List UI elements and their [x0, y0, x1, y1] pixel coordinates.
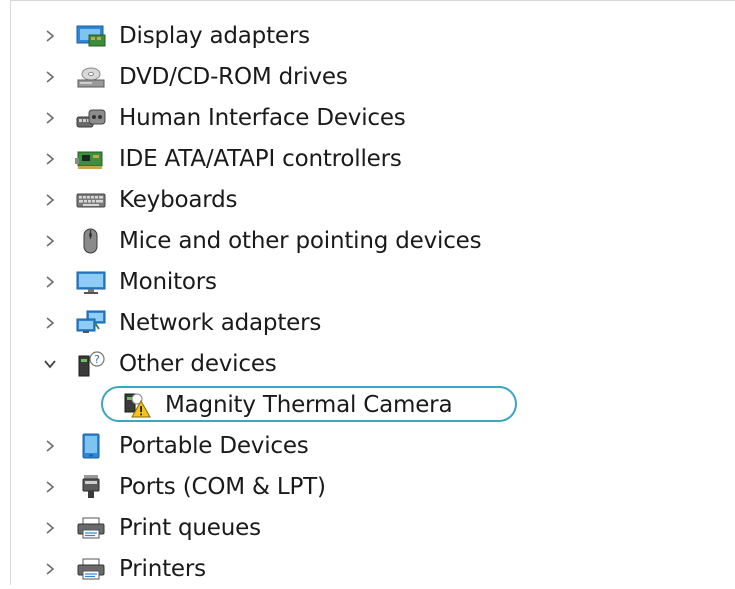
- tree-item-label: Other devices: [119, 350, 277, 377]
- tree-item-ports[interactable]: Ports (COM & LPT): [11, 466, 731, 507]
- ide-controller-icon: [75, 145, 107, 173]
- chevron-right-icon[interactable]: [39, 107, 61, 129]
- warning-device-icon: [121, 391, 153, 419]
- chevron-right-icon[interactable]: [39, 476, 61, 498]
- portable-device-icon: [75, 432, 107, 460]
- monitor-icon: [75, 268, 107, 296]
- keyboard-icon: [75, 186, 107, 214]
- tree-item-label: Printers: [119, 555, 206, 582]
- tree-item-human-interface-devices[interactable]: Human Interface Devices: [11, 97, 731, 138]
- chevron-right-icon[interactable]: [39, 230, 61, 252]
- tree-item-label: Keyboards: [119, 186, 238, 213]
- tree-item-other-devices[interactable]: ? Other devices: [11, 343, 731, 384]
- dvd-drive-icon: [75, 63, 107, 91]
- tree-item-label: Mice and other pointing devices: [119, 227, 482, 254]
- chevron-right-icon[interactable]: [39, 189, 61, 211]
- device-tree: Display adapters DVD/CD-ROM drives Human…: [11, 15, 731, 589]
- tree-item-print-queues[interactable]: Print queues: [11, 507, 731, 548]
- tree-item-printers[interactable]: Printers: [11, 548, 731, 589]
- printer-icon: [75, 555, 107, 583]
- tree-item-label: Portable Devices: [119, 432, 309, 459]
- chevron-down-icon[interactable]: [39, 353, 61, 375]
- tree-item-label: Ports (COM & LPT): [119, 473, 326, 500]
- network-adapter-icon: [75, 309, 107, 337]
- unknown-device-icon: ?: [75, 350, 107, 378]
- tree-item-label: Monitors: [119, 268, 217, 295]
- tree-item-dvd-drives[interactable]: DVD/CD-ROM drives: [11, 56, 731, 97]
- tree-item-monitors[interactable]: Monitors: [11, 261, 731, 302]
- port-icon: [75, 473, 107, 501]
- tree-item-label: Print queues: [119, 514, 261, 541]
- chevron-right-icon[interactable]: [39, 435, 61, 457]
- tree-item-label: DVD/CD-ROM drives: [119, 63, 348, 90]
- tree-item-label: Human Interface Devices: [119, 104, 406, 131]
- printer-icon: [75, 514, 107, 542]
- tree-item-mice[interactable]: Mice and other pointing devices: [11, 220, 731, 261]
- tree-item-ide-controllers[interactable]: IDE ATA/ATAPI controllers: [11, 138, 731, 179]
- tree-item-label: Network adapters: [119, 309, 322, 336]
- chevron-right-icon[interactable]: [39, 517, 61, 539]
- tree-item-label: Magnity Thermal Camera: [165, 391, 453, 418]
- tree-item-label: IDE ATA/ATAPI controllers: [119, 145, 402, 172]
- chevron-right-icon[interactable]: [39, 271, 61, 293]
- chevron-right-icon[interactable]: [39, 312, 61, 334]
- display-adapter-icon: [75, 22, 107, 50]
- mouse-icon: [75, 227, 107, 255]
- tree-item-portable-devices[interactable]: Portable Devices: [11, 425, 731, 466]
- chevron-right-icon[interactable]: [39, 25, 61, 47]
- chevron-right-icon[interactable]: [39, 66, 61, 88]
- tree-item-display-adapters[interactable]: Display adapters: [11, 15, 731, 56]
- device-manager-panel: Display adapters DVD/CD-ROM drives Human…: [10, 0, 735, 585]
- tree-item-keyboards[interactable]: Keyboards: [11, 179, 731, 220]
- hid-icon: [75, 104, 107, 132]
- chevron-right-icon[interactable]: [39, 558, 61, 580]
- svg-text:?: ?: [94, 353, 100, 366]
- tree-item-magnity-thermal-camera[interactable]: Magnity Thermal Camera: [11, 384, 731, 425]
- tree-item-label: Display adapters: [119, 22, 310, 49]
- tree-item-network-adapters[interactable]: Network adapters: [11, 302, 731, 343]
- chevron-right-icon[interactable]: [39, 148, 61, 170]
